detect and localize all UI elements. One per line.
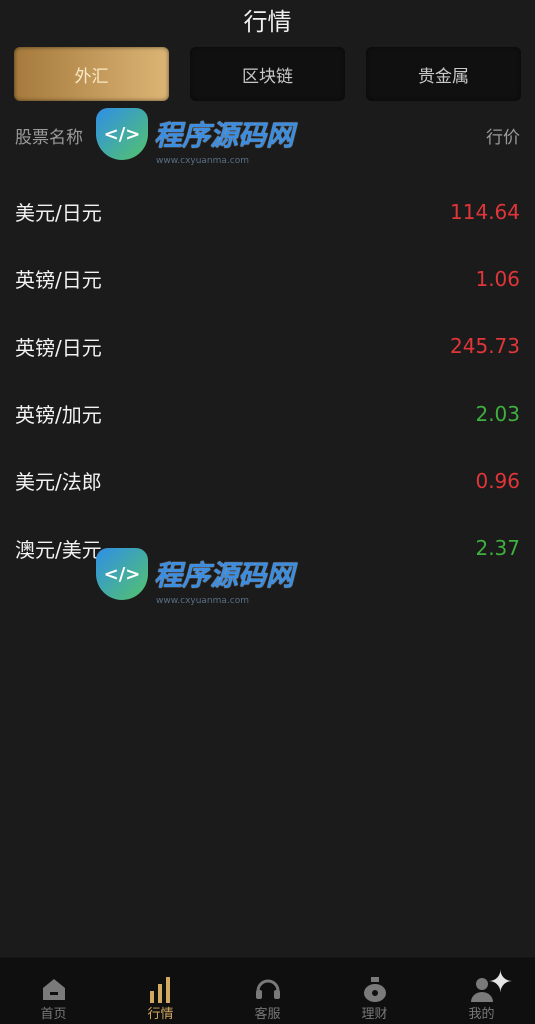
quote-row[interactable]: 英镑/加元 2.03 — [0, 380, 535, 447]
column-price-header: 行价 — [486, 128, 520, 148]
nav-label: 客服 — [254, 1007, 281, 1022]
watermark-url: www.cxyuanma.com — [156, 156, 250, 166]
quote-price: 245.73 — [450, 334, 520, 359]
quote-name: 美元/法郎 — [15, 470, 102, 495]
bottom-nav: 首页 行情 客服 理财 我的 — [0, 957, 535, 1024]
quote-price: 2.03 — [475, 401, 520, 426]
quote-name: 澳元/美元 — [15, 537, 102, 562]
watermark-url: www.cxyuanma.com — [156, 596, 250, 606]
quote-name: 英镑/加元 — [15, 403, 102, 428]
page-header: 行情 — [0, 0, 535, 38]
nav-label: 首页 — [40, 1007, 67, 1022]
quote-list: 美元/日元 114.64 英镑/日元 1.06 英镑/日元 245.73 英镑/… — [0, 178, 535, 582]
nav-label: 我的 — [468, 1007, 495, 1022]
quote-row[interactable]: 澳元/美元 2.37 — [0, 514, 535, 581]
sparkle-icon: ✦ — [487, 965, 513, 1000]
nav-home[interactable]: 首页 — [4, 975, 104, 1024]
quote-row[interactable]: 英镑/日元 1.06 — [0, 245, 535, 312]
chart-icon — [147, 975, 175, 1003]
tab-precious-metals[interactable]: 贵金属 — [366, 47, 521, 101]
nav-service[interactable]: 客服 — [218, 975, 318, 1024]
quote-price: 2.37 — [475, 536, 520, 561]
nav-profile[interactable]: 我的 — [432, 975, 532, 1024]
quote-row[interactable]: 英镑/日元 245.73 — [0, 313, 535, 380]
quote-row[interactable]: 美元/日元 114.64 — [0, 178, 535, 245]
nav-label: 行情 — [147, 1007, 174, 1022]
headset-icon — [254, 975, 282, 1003]
nav-finance[interactable]: 理财 — [325, 975, 425, 1024]
tab-blockchain[interactable]: 区块链 — [190, 47, 345, 101]
category-tabs: 外汇 区块链 贵金属 — [0, 47, 535, 101]
nav-market[interactable]: 行情 — [111, 975, 211, 1024]
page-title: 行情 — [243, 7, 292, 36]
quote-name: 英镑/日元 — [15, 335, 102, 360]
quote-name: 英镑/日元 — [15, 268, 102, 293]
quote-price: 114.64 — [450, 199, 520, 224]
nav-label: 理财 — [361, 1007, 388, 1022]
list-header: 股票名称 行价 — [0, 123, 535, 148]
quote-row[interactable]: 美元/法郎 0.96 — [0, 447, 535, 514]
home-icon — [40, 975, 68, 1003]
column-name-header: 股票名称 — [15, 128, 83, 148]
money-bag-icon — [361, 975, 389, 1003]
quote-price: 0.96 — [475, 468, 520, 493]
quote-name: 美元/日元 — [15, 201, 102, 226]
quote-price: 1.06 — [475, 266, 520, 291]
tab-forex[interactable]: 外汇 — [14, 47, 169, 101]
